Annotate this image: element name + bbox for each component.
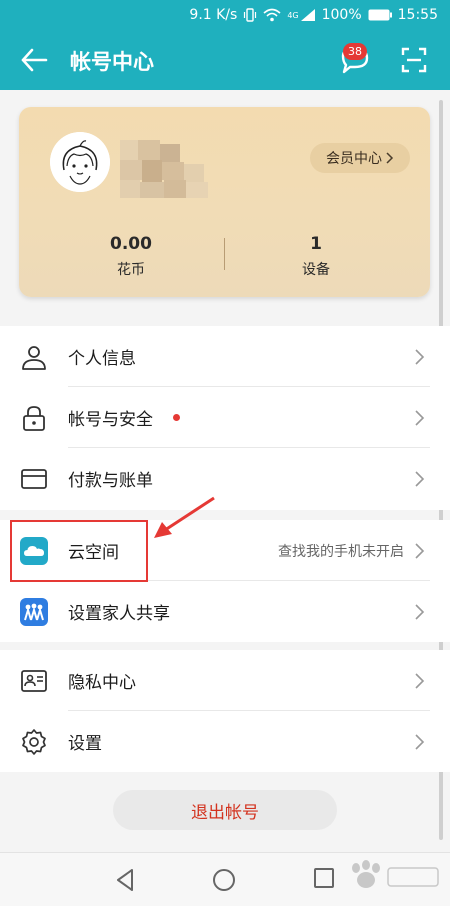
back-button[interactable] [20, 47, 48, 73]
vibrate-icon [243, 8, 257, 22]
annotation-highlight-box [10, 520, 148, 582]
coins-value[interactable]: 0.00 [81, 234, 181, 254]
menu-group-account: 个人信息 帐号与安全 付款与账单 [0, 326, 450, 510]
menu-item-personal-info[interactable]: 个人信息 [0, 326, 450, 387]
annotation-arrow-icon [154, 496, 215, 538]
stats-divider [224, 238, 225, 270]
avatar-girl-icon [50, 132, 110, 192]
menu-item-payments-billing[interactable]: 付款与账单 [0, 448, 450, 509]
arrow-left-icon [21, 48, 48, 72]
find-my-phone-status: 查找我的手机未开启 [278, 543, 404, 560]
nav-home-icon[interactable] [212, 868, 236, 892]
devices-value[interactable]: 1 [266, 234, 366, 254]
baidu-paw-watermark-icon [352, 860, 439, 888]
cell-signal-icon: 4G [287, 8, 315, 22]
scan-icon [401, 47, 427, 73]
coins-label: 花币 [117, 262, 145, 278]
notification-dot [173, 414, 180, 421]
devices-label: 设备 [302, 262, 330, 278]
menu-item-settings[interactable]: 设置 [0, 711, 450, 772]
menu-item-family-share[interactable]: 设置家人共享 [0, 581, 450, 642]
chevron-right-icon [415, 348, 425, 365]
gear-icon [20, 728, 48, 756]
chevron-right-icon [415, 672, 425, 689]
avatar[interactable] [50, 132, 110, 192]
nav-back-icon[interactable] [114, 867, 136, 893]
app-bar: 帐号中心 38 [0, 30, 450, 90]
menu-label: 个人信息 [68, 349, 136, 369]
menu-label: 付款与账单 [68, 471, 153, 491]
menu-label: 帐号与安全 [68, 410, 153, 430]
member-center-button[interactable]: 会员中心 [310, 143, 410, 173]
battery-icon [368, 9, 392, 21]
wifi-icon [263, 8, 281, 22]
menu-item-privacy-center[interactable]: 隐私中心 [0, 650, 450, 711]
chevron-right-icon [386, 152, 394, 164]
nav-recents-icon[interactable] [314, 868, 334, 888]
chevron-right-icon [415, 542, 425, 559]
person-icon [20, 343, 48, 371]
chevron-right-icon [415, 409, 425, 426]
logout-button[interactable]: 退出帐号 [113, 790, 337, 830]
scan-button[interactable] [401, 47, 427, 73]
signal-label: 4G [287, 10, 299, 20]
username-blurred [120, 140, 220, 200]
member-center-label: 会员中心 [326, 151, 382, 167]
battery-percent: 100% [321, 7, 362, 23]
chevron-right-icon [415, 733, 425, 750]
network-speed: 9.1 K/s [189, 7, 238, 23]
menu-group-settings: 隐私中心 设置 [0, 650, 450, 772]
status-bar: 9.1 K/s 4G 100% 15:55 [0, 0, 450, 30]
card-icon [20, 465, 48, 493]
family-share-icon [20, 597, 48, 626]
clock: 15:55 [397, 7, 438, 23]
privacy-icon [20, 667, 48, 695]
menu-label: 设置 [68, 734, 102, 754]
menu-label: 隐私中心 [68, 673, 136, 693]
page-title: 帐号中心 [70, 50, 154, 74]
chevron-right-icon [415, 603, 425, 620]
menu-label: 设置家人共享 [68, 604, 170, 624]
chevron-right-icon [415, 470, 425, 487]
message-count-badge: 38 [343, 43, 367, 60]
menu-item-account-security[interactable]: 帐号与安全 [0, 387, 450, 448]
lock-icon [20, 404, 48, 432]
